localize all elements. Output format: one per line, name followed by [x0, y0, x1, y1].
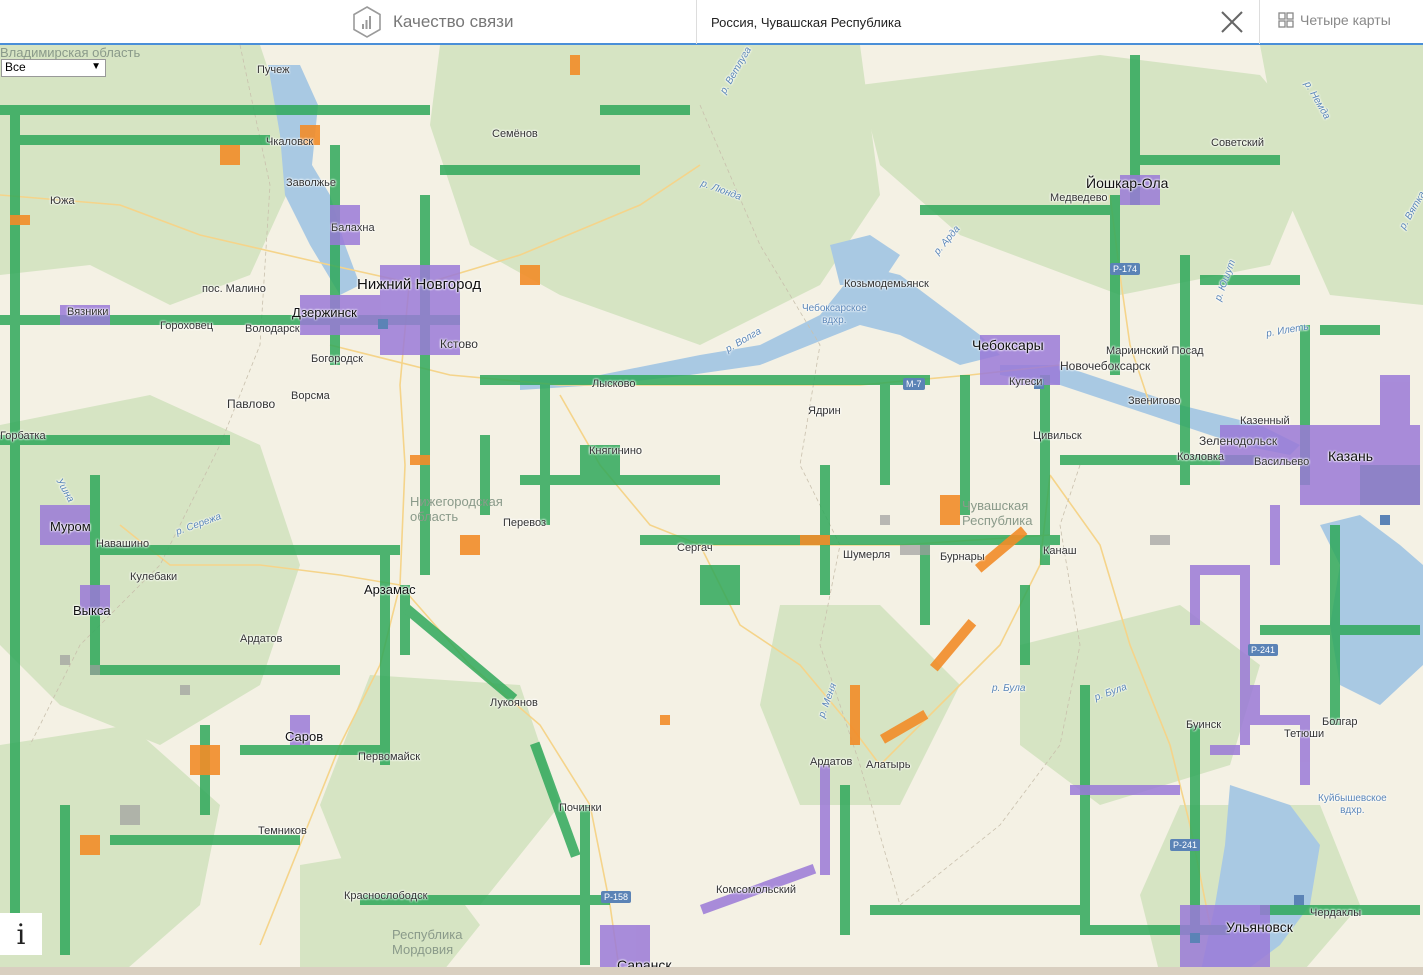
city-label-cheboksary: Чебоксары — [972, 337, 1044, 353]
town-label: Буинск — [1186, 719, 1222, 731]
town-label: Канаш — [1043, 545, 1077, 557]
town-label: Шумерля — [843, 549, 891, 561]
town-label: Богородск — [311, 353, 363, 365]
town-label: Краснослободск — [344, 890, 428, 902]
town-label: Комсомольский — [716, 884, 797, 896]
road-shield: М-7 — [903, 378, 925, 390]
city-label-nizhny: Нижний Новгород — [357, 276, 482, 293]
town-label: Кулебаки — [130, 571, 178, 583]
town-label: Сергач — [677, 542, 713, 554]
coverage-map[interactable]: Нижний Новгород Чебоксары Йошкар-Ола Каз… — [0, 45, 1423, 975]
town-label: Болгар — [1322, 716, 1358, 728]
reservoir-label: Чебоксарское вдхр. — [802, 303, 867, 326]
town-label: Ардатов — [810, 756, 853, 768]
town-label: Семёнов — [492, 128, 538, 140]
city-label-dzerzhinsk: Дзержинск — [292, 305, 357, 320]
city-label-yoshkar: Йошкар-Ола — [1086, 175, 1169, 191]
road-shield: Р-174 — [1110, 263, 1141, 275]
town-label: Ворсма — [291, 390, 330, 402]
network-filter-select[interactable]: Все ▼ — [1, 59, 106, 77]
town-label: пос. Малино — [202, 283, 266, 295]
town-label: Южа — [50, 195, 75, 207]
dropdown-arrow-icon: ▼ — [91, 61, 101, 72]
town-label: Пучеж — [257, 64, 290, 76]
town-label: Медведево — [1050, 192, 1108, 204]
town-label: Лукоянов — [490, 697, 538, 709]
city-label-arzamas: Арзамас — [364, 582, 416, 597]
town-label: Цивильск — [1033, 430, 1082, 442]
town-label: Кстово — [440, 337, 478, 351]
town-label: Володарск — [245, 323, 300, 335]
reservoir-label: Куйбышевское вдхр. — [1318, 793, 1387, 816]
road-shield: Р-241 — [1248, 644, 1279, 656]
town-label: Вязники — [67, 306, 109, 318]
town-label: Чкаловск — [266, 136, 314, 148]
road-shield: Р-158 — [601, 891, 632, 903]
town-label: Советский — [1211, 137, 1265, 149]
city-label-kazan: Казань — [1328, 448, 1374, 464]
town-label: Первомайск — [358, 751, 421, 763]
town-label: Лысково — [592, 378, 636, 390]
town-label: Казенный — [1240, 415, 1290, 427]
town-label: Ядрин — [808, 405, 841, 417]
town-label: Тетюши — [1284, 728, 1325, 740]
taskbar-strip — [0, 967, 1423, 975]
town-label: Ардатов — [240, 633, 283, 645]
region-label: Нижегородская область — [410, 494, 503, 524]
town-label: Васильево — [1254, 456, 1310, 468]
town-label: Бурнары — [940, 551, 985, 563]
town-label: Заволжье — [286, 177, 336, 189]
town-label: Звенигово — [1128, 395, 1181, 407]
town-label: Павлово — [227, 397, 276, 411]
search-input[interactable] — [711, 12, 1191, 32]
four-maps-label: Четыре карты — [1300, 12, 1391, 28]
filter-selected-value: Все — [5, 60, 26, 74]
town-label: Козьмодемьянск — [844, 278, 929, 290]
region-label: Чувашская Республика — [962, 498, 1033, 528]
grid-icon — [1278, 12, 1294, 28]
town-label: Чердаклы — [1310, 907, 1362, 919]
top-bar: Качество связи Четыре карты — [0, 0, 1423, 45]
region-label: Республика Мордовия — [392, 927, 463, 957]
town-label: Перевоз — [503, 517, 547, 529]
city-label-vyksa: Выкса — [73, 603, 111, 618]
town-label: Балахна — [331, 222, 375, 234]
town-label: Горбатка — [0, 430, 46, 442]
town-label: Гороховец — [160, 320, 214, 332]
town-label: Кугеси — [1009, 376, 1043, 388]
region-label: Владимирская область — [0, 45, 141, 60]
town-label: Алатырь — [866, 759, 911, 771]
app-title: Качество связи — [393, 12, 514, 31]
city-label-murom: Муром — [50, 519, 91, 534]
river-label: р. Була — [992, 683, 1026, 694]
town-label: Зеленодольск — [1199, 434, 1278, 448]
city-label-sarov: Саров — [285, 729, 324, 744]
info-button[interactable]: i — [0, 913, 42, 955]
town-label: Темников — [258, 825, 307, 837]
town-label: Навашино — [96, 538, 150, 550]
brand[interactable]: Качество связи — [350, 4, 513, 40]
town-label: Мариинский Посад — [1106, 345, 1204, 357]
road-shield: Р-241 — [1170, 839, 1201, 851]
four-maps-button[interactable]: Четыре карты — [1278, 12, 1391, 28]
search-box — [696, 0, 1260, 44]
town-label: Княгинино — [589, 445, 643, 457]
close-icon[interactable] — [1219, 9, 1245, 35]
city-label-novocheb: Новочебоксарск — [1060, 359, 1151, 373]
town-label: Козловка — [1177, 451, 1224, 463]
signal-hexagon-icon — [353, 6, 381, 38]
city-label-ulyanovsk: Ульяновск — [1226, 919, 1293, 935]
town-label: Починки — [559, 802, 602, 814]
